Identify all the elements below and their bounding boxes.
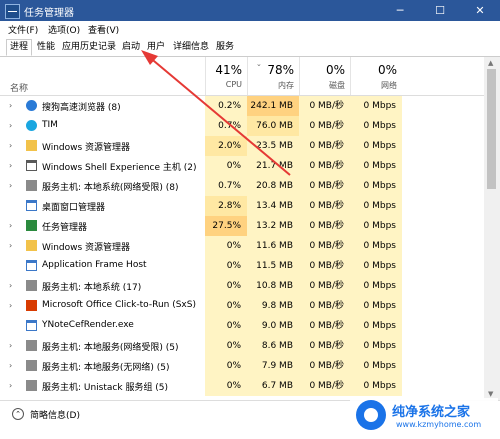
annotation-arrow-icon xyxy=(141,50,291,176)
